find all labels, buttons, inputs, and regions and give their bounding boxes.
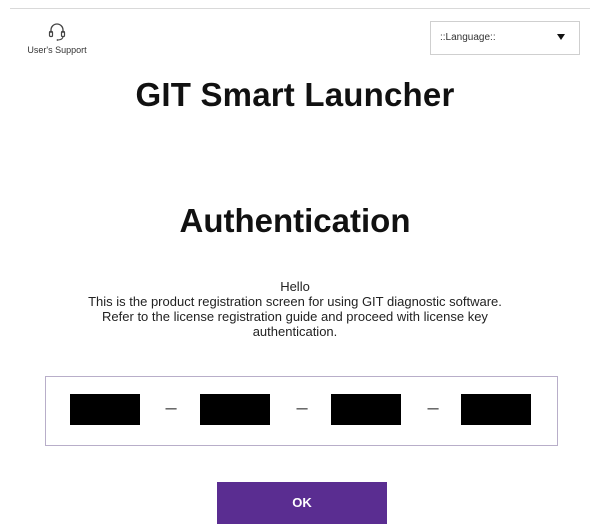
language-select-value: ::Language:: <box>440 32 496 43</box>
license-key-field-3[interactable] <box>331 394 401 425</box>
language-select[interactable]: ::Language:: <box>430 21 580 55</box>
key-separator: – <box>296 397 308 419</box>
key-separator: – <box>427 397 439 419</box>
message-line-1: This is the product registration screen … <box>88 294 502 309</box>
headset-icon <box>48 23 66 41</box>
license-key-field-2[interactable] <box>200 394 270 425</box>
license-key-field-4[interactable] <box>461 394 531 425</box>
ok-button[interactable]: OK <box>217 482 387 524</box>
app-title: GIT Smart Launcher <box>135 76 455 113</box>
top-divider <box>10 8 590 9</box>
key-separator: – <box>165 397 177 419</box>
license-key-box: – – – <box>45 376 558 446</box>
users-support-label: User's Support <box>27 45 87 55</box>
greeting-text: Hello <box>280 279 310 294</box>
license-key-field-1[interactable] <box>70 394 140 425</box>
users-support-button[interactable]: User's Support <box>22 22 92 58</box>
caret-down-icon <box>557 34 565 40</box>
message-line-2: Refer to the license registration guide … <box>102 309 488 324</box>
message-line-3: authentication. <box>252 324 338 339</box>
authentication-heading: Authentication <box>179 202 411 239</box>
registration-message: Hello This is the product registration s… <box>40 279 550 339</box>
